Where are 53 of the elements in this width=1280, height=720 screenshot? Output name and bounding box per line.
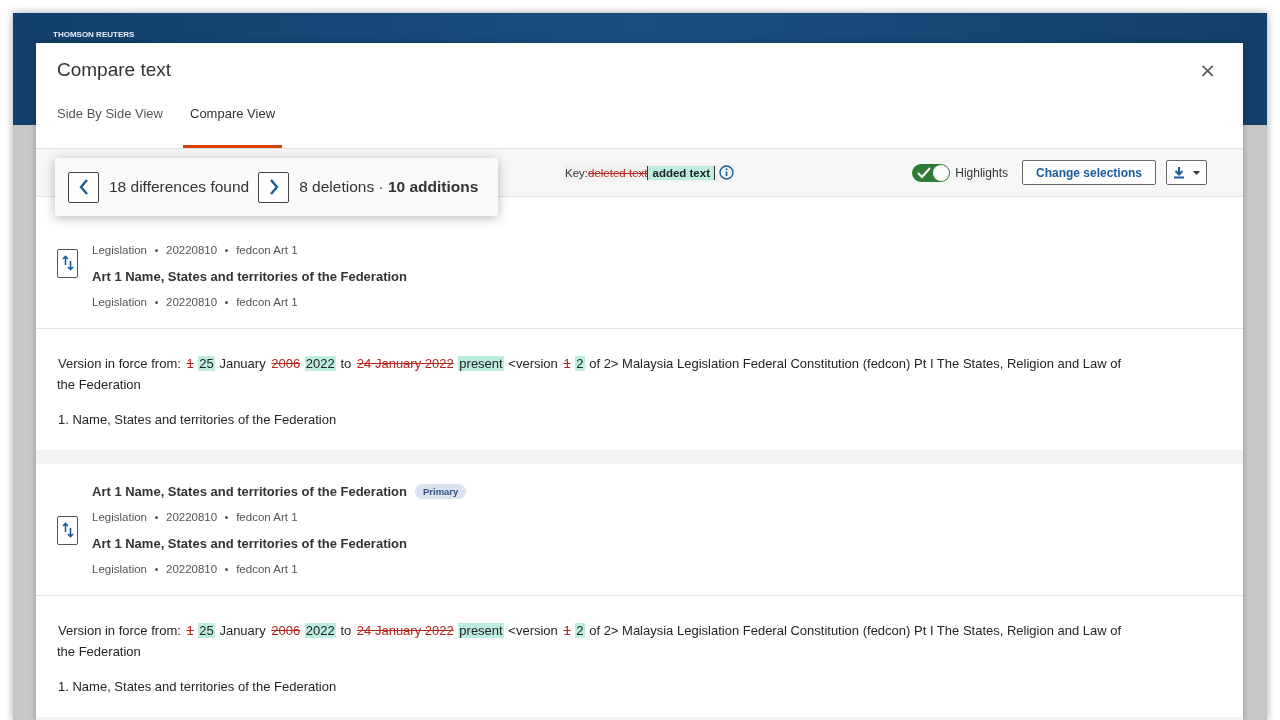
metadata-text: Legislation bbox=[92, 296, 147, 308]
document-paragraph: 1. Name, States and territories of the Federation bbox=[57, 678, 338, 696]
separator-dot bbox=[155, 567, 158, 571]
chevron-right-icon bbox=[268, 179, 279, 195]
document-title: Art 1 Name, States and territories of the Federation bbox=[92, 483, 407, 499]
info-icon[interactable] bbox=[719, 165, 734, 180]
document-title: Art 1 Name, States and territories of the Federation bbox=[92, 535, 407, 551]
download-button[interactable] bbox=[1166, 160, 1207, 185]
document-paragraph: 1. Name, States and territories of the Federation bbox=[57, 411, 338, 429]
swap-button[interactable] bbox=[57, 248, 78, 278]
close-button[interactable]: × bbox=[1193, 58, 1222, 82]
added-text-sample: added text bbox=[647, 165, 715, 180]
separator-dot bbox=[225, 248, 229, 252]
separator-dot bbox=[225, 567, 229, 571]
download-icon bbox=[1173, 166, 1185, 179]
previous-button[interactable] bbox=[68, 171, 99, 203]
differences-count: 18 differences found bbox=[109, 178, 250, 196]
key-label: Key: bbox=[565, 166, 588, 179]
chevron-left-icon bbox=[78, 179, 89, 195]
swap-arrows-icon bbox=[61, 255, 74, 271]
separator-dot bbox=[155, 248, 158, 252]
separator-dot bbox=[155, 515, 158, 519]
metadata-text: fedcon Art 1 bbox=[236, 244, 298, 256]
tab[interactable]: Side By Side View bbox=[57, 100, 163, 148]
metadata-text: fedcon Art 1 bbox=[236, 511, 298, 523]
next-button[interactable] bbox=[258, 171, 290, 203]
swap-arrows-icon bbox=[61, 522, 74, 538]
document-paragraph: Version in force from: 1 25 January 2006 2022 to 24 January 2022 present <version 1 2 of 2> Malaysia Legislation Federal Constitution (fedcon) Pt I The States, Religion and Law of the Federation bbox=[57, 355, 1123, 394]
dialog-title: Compare text bbox=[57, 59, 172, 81]
metadata-text: 20220810 bbox=[166, 244, 218, 256]
metadata-text: fedcon Art 1 bbox=[236, 563, 298, 575]
metadata-text: Legislation bbox=[92, 563, 147, 575]
caret-icon bbox=[1193, 170, 1200, 175]
separator-dot bbox=[155, 300, 158, 304]
metadata-text: fedcon Art 1 bbox=[236, 296, 298, 308]
separator-dot bbox=[225, 515, 229, 519]
toggle-label: Highlights bbox=[955, 165, 1008, 180]
document-title: Art 1 Name, States and territories of the Federation bbox=[92, 268, 407, 284]
differences-summary: 8 deletions · 10 additions bbox=[299, 178, 479, 196]
swap-button[interactable] bbox=[57, 515, 78, 545]
metadata-text: 20220810 bbox=[166, 563, 218, 575]
metadata-text: Legislation bbox=[92, 244, 147, 256]
metadata-text: Legislation bbox=[92, 511, 147, 523]
metadata-text: 20220810 bbox=[166, 511, 218, 523]
brand-logo: THOMSON REUTERS bbox=[53, 30, 135, 39]
metadata-text: 20220810 bbox=[166, 296, 218, 308]
deleted-text-sample: deleted text bbox=[588, 166, 648, 179]
document-paragraph: Version in force from: 1 25 January 2006 2022 to 24 January 2022 present <version 1 2 of 2> Malaysia Legislation Federal Constitution (fedcon) Pt I The States, Religion and Law of the Federation bbox=[57, 622, 1123, 661]
separator-dot bbox=[225, 300, 229, 304]
check-icon bbox=[917, 166, 932, 179]
primary-badge: Primary bbox=[414, 483, 467, 499]
highlights-toggle[interactable] bbox=[912, 163, 951, 182]
change-selections-button[interactable]: Change selections bbox=[1021, 160, 1156, 185]
